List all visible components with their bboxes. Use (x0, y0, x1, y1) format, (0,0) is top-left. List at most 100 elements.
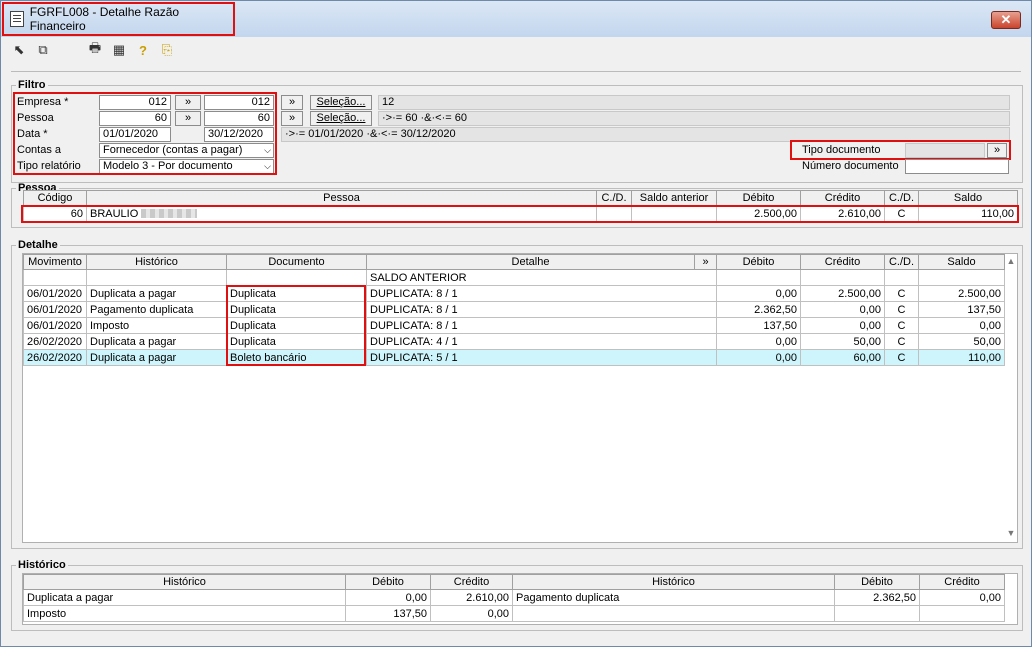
table-row[interactable]: 60 BRAULIO 2.500,00 2.610,00 C 110,00 (23, 205, 1018, 222)
cell-debito: 0,00 (345, 589, 431, 606)
title-highlight: FGRFL008 - Detalhe Razão Financeiro (2, 2, 235, 36)
col-cd-2[interactable]: C./D. (884, 190, 919, 206)
cell-cd: C (884, 317, 919, 334)
col-debito[interactable]: Débito (345, 574, 431, 590)
col-credito[interactable]: Crédito (800, 190, 885, 206)
cell-empty (86, 269, 227, 286)
close-button[interactable]: ✕ (991, 11, 1021, 29)
detalhe-legend: Detalhe (18, 239, 58, 251)
arrow-nw-icon[interactable]: ⬉ (11, 42, 27, 58)
empresa-to-input[interactable]: 012 (204, 95, 274, 110)
cell-credito: 0,00 (430, 605, 513, 622)
col-movimento[interactable]: Movimento (23, 254, 87, 270)
tipo-documento-input[interactable] (905, 143, 985, 158)
table-row[interactable]: 06/01/2020 Pagamento duplicata Duplicata DU… (23, 301, 1005, 318)
cell-saldo: 50,00 (918, 333, 1005, 350)
col-historico[interactable]: Histórico (86, 254, 227, 270)
empresa-selecao-button[interactable]: Seleção... (310, 95, 372, 110)
cell-historico: Imposto (86, 317, 227, 334)
pessoa-selecao-button[interactable]: Seleção... (310, 111, 372, 126)
windows-icon[interactable]: ⧉ (35, 42, 51, 58)
empresa-to-lookup-button[interactable]: » (281, 95, 303, 110)
data-to-input[interactable]: 30/12/2020 (204, 127, 274, 142)
pessoa-name: BRAULIO (90, 207, 139, 220)
col-credito[interactable]: Crédito (800, 254, 885, 270)
cell-credito: 2.610,00 (800, 205, 885, 222)
main-window: FGRFL008 - Detalhe Razão Financeiro ✕ ⬉ … (0, 0, 1032, 647)
table-row[interactable]: 26/02/2020 Duplicata a pagar Duplicata DUPL… (23, 333, 1005, 350)
pessoa-to-input[interactable]: 60 (204, 111, 274, 126)
cell-historico-2: Pagamento duplicata (512, 589, 835, 606)
cell-cd-2: C (884, 205, 919, 222)
expand-detalhe-button[interactable]: » (694, 254, 717, 270)
empresa-from-input[interactable]: 012 (99, 95, 171, 110)
col-historico[interactable]: Histórico (23, 574, 346, 590)
numero-documento-label: Número documento (802, 160, 899, 172)
numero-documento-input[interactable] (905, 159, 1009, 174)
cell-saldo: 137,50 (918, 301, 1005, 318)
cell-documento: Duplicata (226, 317, 367, 334)
cell-documento: Duplicata (226, 285, 367, 302)
table-row[interactable]: 06/01/2020 Imposto Duplicata DUPLICATA: 8 /… (23, 317, 1005, 334)
col-codigo[interactable]: Código (23, 190, 87, 206)
col-debito[interactable]: Débito (716, 190, 801, 206)
col-cd[interactable]: C./D. (884, 254, 919, 270)
cell-cd (596, 205, 632, 222)
cell-pessoa: BRAULIO (86, 205, 597, 222)
detalhe-table-header: Movimento Histórico Documento Detalhe » … (23, 254, 1005, 270)
cell-empty (918, 269, 1005, 286)
print-icon[interactable]: 🖶 (87, 40, 103, 58)
cell-historico: Imposto (23, 605, 346, 622)
chevron-down-icon[interactable]: ⌵ (264, 144, 271, 157)
scroll-down-icon[interactable]: ▼ (1004, 528, 1018, 538)
contas-select[interactable]: Fornecedor (contas a pagar) ⌵ (99, 143, 274, 158)
col-debito-2[interactable]: Débito (834, 574, 920, 590)
window-title: FGRFL008 - Detalhe Razão Financeiro (29, 5, 180, 33)
col-debito[interactable]: Débito (716, 254, 801, 270)
tipo-documento-label: Tipo documento (802, 144, 881, 156)
col-saldo-anterior[interactable]: Saldo anterior (631, 190, 717, 206)
cell-saldo-anterior-label: SALDO ANTERIOR (366, 269, 717, 286)
col-documento[interactable]: Documento (226, 254, 367, 270)
cell-debito: 0,00 (716, 285, 801, 302)
scroll-up-icon[interactable]: ▲ (1004, 256, 1018, 266)
cell-historico-2 (512, 605, 835, 622)
cell-saldo: 110,00 (918, 349, 1005, 366)
calculator-icon[interactable]: ▦ (111, 42, 127, 58)
chevron-down-icon[interactable]: ⌵ (264, 160, 271, 173)
table-row[interactable]: Imposto 137,50 0,00 (23, 605, 1005, 622)
col-pessoa[interactable]: Pessoa (86, 190, 597, 206)
tipo-relatorio-value: Modelo 3 - Por documento (103, 160, 233, 172)
cell-historico: Duplicata a pagar (86, 285, 227, 302)
table-row[interactable]: 06/01/2020 Duplicata a pagar Duplicata DUPL… (23, 285, 1005, 302)
tipo-relatorio-select[interactable]: Modelo 3 - Por documento ⌵ (99, 159, 274, 174)
col-cd[interactable]: C./D. (596, 190, 632, 206)
table-row[interactable]: Duplicata a pagar 0,00 2.610,00 Pagamento d… (23, 589, 1005, 606)
cell-empty (716, 269, 801, 286)
pessoa-from-input[interactable]: 60 (99, 111, 171, 126)
pessoa-to-lookup-button[interactable]: » (281, 111, 303, 126)
empresa-lookup-button[interactable]: » (175, 95, 201, 110)
table-row[interactable]: SALDO ANTERIOR (23, 269, 1005, 286)
cell-credito-2: 0,00 (919, 589, 1005, 606)
pessoa-selection-display: ·>·= 60 ·&·<·= 60 (378, 111, 1010, 126)
pessoa-lookup-button[interactable]: » (175, 111, 201, 126)
col-credito[interactable]: Crédito (430, 574, 513, 590)
exit-icon[interactable]: ⎘ (159, 42, 175, 58)
table-row[interactable]: 26/02/2020 Duplicata a pagar Boleto bancár… (23, 349, 1005, 366)
toolbar: ⬉ ⧉ 🖶 ▦ ? ⎘ (11, 40, 175, 59)
col-credito-2[interactable]: Crédito (919, 574, 1005, 590)
help-icon[interactable]: ? (135, 42, 151, 58)
cell-historico: Pagamento duplicata (86, 301, 227, 318)
pessoa-label: Pessoa (17, 112, 54, 124)
col-saldo[interactable]: Saldo (918, 254, 1005, 270)
cell-debito: 0,00 (716, 349, 801, 366)
col-historico-2[interactable]: Histórico (512, 574, 835, 590)
col-detalhe[interactable]: Detalhe (366, 254, 695, 270)
tipo-documento-lookup-button[interactable]: » (987, 143, 1007, 158)
cell-debito-2: 2.362,50 (834, 589, 920, 606)
col-saldo[interactable]: Saldo (918, 190, 1018, 206)
cell-cd: C (884, 349, 919, 366)
cell-movimento: 06/01/2020 (23, 301, 87, 318)
data-from-input[interactable]: 01/01/2020 (99, 127, 171, 142)
